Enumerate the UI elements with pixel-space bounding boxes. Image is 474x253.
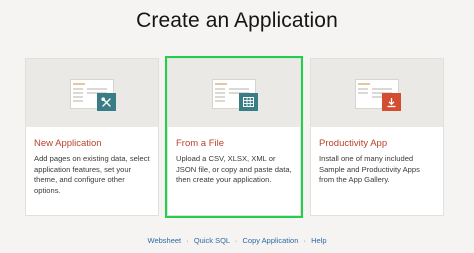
separator: · (234, 236, 238, 245)
from-a-file-card[interactable]: From a File Upload a CSV, XLSX, XML or J… (165, 56, 303, 218)
websheet-link[interactable]: Websheet (148, 236, 182, 245)
new-application-card[interactable]: New Application Add pages on existing da… (25, 58, 159, 216)
separator: · (303, 236, 306, 245)
page-title: Create an Application (136, 9, 338, 32)
card-title: New Application (34, 138, 102, 149)
quick-sql-link[interactable]: Quick SQL (194, 236, 230, 245)
card-description: Add pages on existing data, select appli… (34, 154, 150, 196)
table-grid-icon (239, 93, 258, 111)
separator: · (186, 236, 189, 245)
card-title: Productivity App (319, 138, 388, 149)
footer-links: Websheet · Quick SQL · Copy Application … (0, 236, 474, 245)
help-link[interactable]: Help (311, 236, 326, 245)
card-illustration (311, 59, 443, 127)
copy-application-link[interactable]: Copy Application (243, 236, 299, 245)
download-icon (382, 93, 401, 111)
card-description: Install one of many included Sample and … (319, 154, 420, 185)
card-illustration (168, 59, 300, 127)
card-title: From a File (176, 138, 225, 149)
productivity-app-card[interactable]: Productivity App Install one of many inc… (310, 58, 444, 216)
card-illustration (26, 59, 158, 127)
tools-icon (97, 93, 116, 111)
card-description: Upload a CSV, XLSX, XML or JSON file, or… (176, 154, 292, 185)
